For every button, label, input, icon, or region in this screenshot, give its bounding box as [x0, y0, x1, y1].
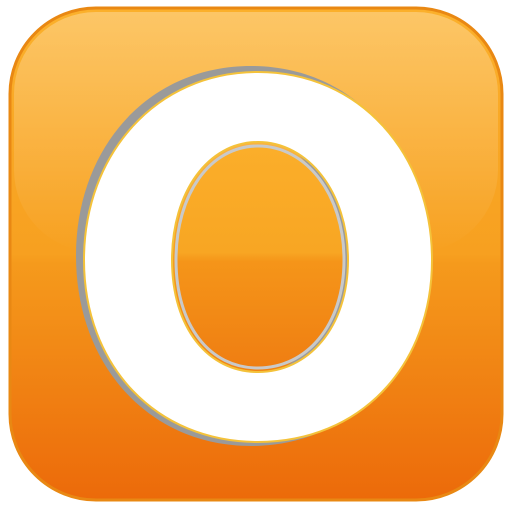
app-icon[interactable]	[8, 6, 504, 502]
stage	[0, 0, 512, 512]
letter-o-counter	[174, 144, 346, 370]
app-icon-graphic	[8, 6, 504, 502]
